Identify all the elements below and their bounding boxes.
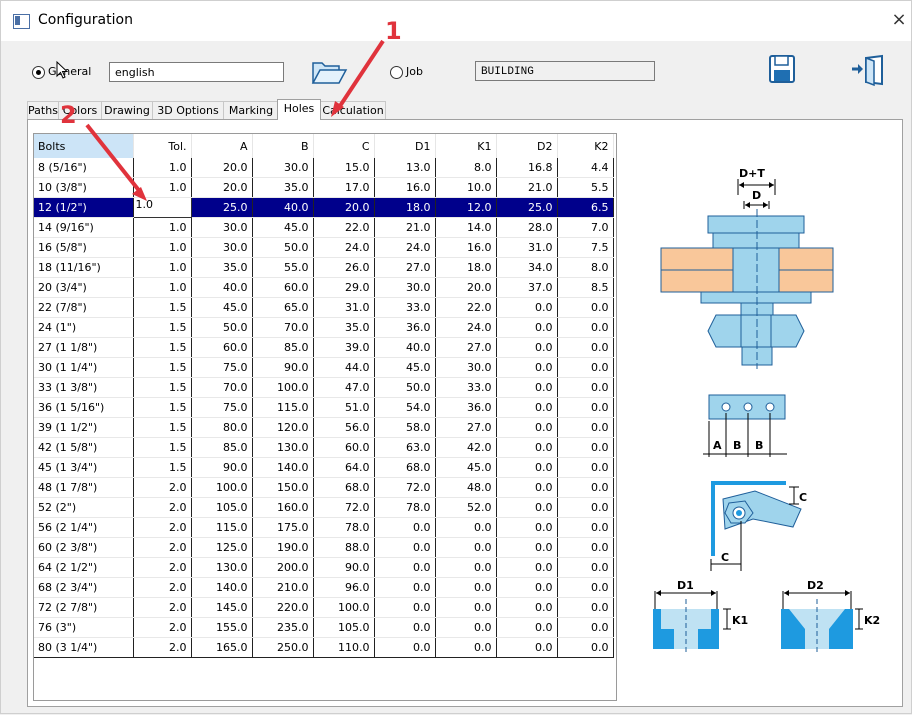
configuration-dialog: Configuration × General english Job BUIL…: [0, 0, 912, 714]
annotation-arrows: [85, 39, 385, 201]
annotation-number-2: 2: [60, 101, 77, 129]
tab-holes[interactable]: Holes: [277, 99, 321, 120]
annotation-number-1: 1: [385, 17, 402, 45]
